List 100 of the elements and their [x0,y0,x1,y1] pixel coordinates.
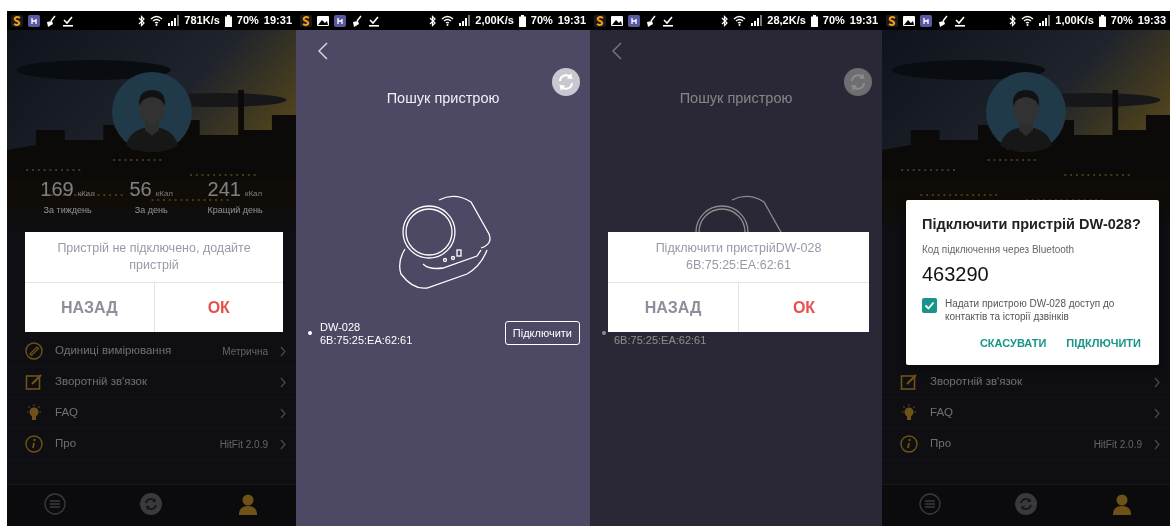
menu-item[interactable]: Одиниці вимірювання Метрична [7,336,296,367]
stat-label: Кращий день [207,203,263,217]
bluetooth-icon [429,14,437,27]
signal-icon [751,15,763,26]
cancel-button[interactable]: СКАСУВАТИ [977,330,1049,356]
clock: 19:31 [849,13,878,29]
wifi-icon [150,15,164,26]
network-speed: 781K/s [184,13,220,29]
chevron-right-icon [1154,407,1160,419]
menu-item[interactable]: Зворотній зв'язок [882,367,1170,398]
clock: 19:31 [557,13,586,29]
person-icon[interactable] [236,493,259,515]
clock: 19:31 [263,13,292,29]
bullet-icon [308,330,312,335]
stat-label: За день [133,203,169,217]
wifi-icon [441,15,455,26]
screen-title: Пошук пристрою [385,89,501,108]
lightbulb-icon [25,404,43,422]
list-icon[interactable] [919,493,941,515]
bluetooth-icon [138,14,146,27]
download-icon [954,14,966,27]
ruler-icon [25,342,43,360]
screen-title: Пошук пристрою [678,89,794,108]
avatar-icon [986,72,1066,152]
battery-level: 70% [530,13,553,29]
clock: 19:33 [1137,13,1166,29]
network-speed: 2,00K/s [475,13,514,29]
app-icon [334,14,346,27]
menu-item[interactable]: Про HitFit 2.0.9 [882,429,1170,460]
refresh-icon[interactable] [844,68,872,96]
stat-unit: кКал [155,187,173,200]
stat-value: 56 [129,176,152,202]
app-icon [920,14,932,27]
signal-icon [1039,15,1051,26]
stat-label: За тиждень [42,203,93,217]
stat-unit: кКал [77,187,95,200]
bullet-icon [602,330,606,335]
chevron-right-icon [1154,376,1160,388]
signal-icon [168,15,180,26]
info-icon [25,435,43,453]
pairing-code: 463290 [922,261,990,287]
stat-unit: кКал [244,187,263,200]
sync-icon[interactable] [1015,493,1037,515]
connect-button[interactable]: ПІДКЛЮЧИТИ [1064,330,1143,356]
back-icon[interactable] [612,41,622,60]
battery-level: 70% [236,13,259,29]
battery-icon [810,14,818,27]
refresh-icon[interactable] [552,68,580,96]
device-address: 6B:75:25:EA:62:61 [614,333,707,347]
device-name: DW-028 [320,320,362,334]
download-icon [62,14,74,27]
menu-item[interactable]: Про HitFit 2.0.9 [7,429,296,460]
broom-icon [351,14,363,27]
battery-icon [518,14,526,27]
back-icon[interactable] [318,41,328,60]
checkbox[interactable] [922,297,937,313]
person-icon[interactable] [1111,493,1133,515]
network-speed: 28,2K/s [767,13,806,29]
chevron-right-icon [1154,438,1160,450]
edit-icon [25,373,43,391]
checkbox-label: Надати пристрою DW-028 доступ до контактів та історії дзвінків [945,296,1116,323]
broom-icon [645,14,657,27]
battery-icon [224,14,232,27]
app-icon [594,14,606,27]
device-address: 6B:75:25:EA:62:61 [320,333,413,347]
wifi-icon [733,15,747,26]
bluetooth-icon [1009,14,1017,27]
dialog-title: Підключити пристрій DW-028? [922,215,1142,234]
menu-item[interactable]: FAQ [882,398,1170,429]
menu-item[interactable]: Зворотній зв'язок [7,367,296,398]
stat-value: 241 [207,176,241,202]
lightbulb-icon [900,404,918,422]
app-icon [300,14,312,27]
app-icon [11,14,23,27]
gallery-icon [611,14,623,27]
battery-level: 70% [1110,13,1133,29]
app-icon [628,14,640,27]
edit-icon [900,373,918,391]
battery-level: 70% [822,13,845,29]
network-speed: 1,00K/s [1055,13,1094,29]
list-icon[interactable] [44,493,67,515]
wifi-icon [1021,15,1035,26]
gallery-icon [903,14,915,27]
bluetooth-icon [721,14,729,27]
download-icon [368,14,380,27]
dialog-subtitle: Код підключення через Bluetooth [922,242,1076,257]
broom-icon [45,14,57,27]
avatar-icon [111,72,192,152]
app-icon [886,14,898,27]
stat-value: 169 [40,176,74,202]
chevron-right-icon [280,376,286,388]
info-icon [900,435,918,453]
signal-icon [459,15,471,26]
chevron-right-icon [280,438,286,450]
app-icon [28,14,40,27]
chevron-right-icon [280,407,286,419]
menu-item[interactable]: FAQ [7,398,296,429]
sync-icon[interactable] [140,493,163,515]
connect-button[interactable]: Підключити [504,320,580,345]
battery-icon [1098,14,1106,27]
